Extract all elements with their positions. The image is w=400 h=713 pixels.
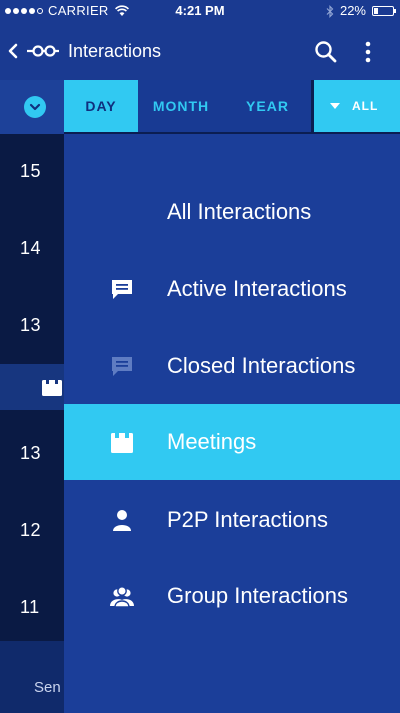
calendar-toggle-icon (24, 96, 46, 118)
menu-item-all-interactions[interactable]: All Interactions (64, 174, 400, 250)
menu-item-label: Active Interactions (167, 276, 347, 301)
menu-item-closed-interactions[interactable]: Closed Interactions (64, 328, 400, 404)
timeline-date: 12 (20, 520, 42, 540)
menu-item-label: Closed Interactions (167, 353, 356, 378)
timeline-date: 14 (20, 238, 42, 258)
person-icon (113, 510, 131, 531)
tab-year[interactable]: YEAR (224, 80, 311, 132)
timeline-meeting-marker[interactable] (0, 364, 64, 410)
app-bar: Interactions (0, 22, 400, 80)
menu-item-group-interactions[interactable]: Group Interactions (64, 558, 400, 634)
connections-logo-icon[interactable] (27, 40, 59, 62)
menu-item-p2p-interactions[interactable]: P2P Interactions (64, 482, 400, 558)
calendar-icon (111, 431, 133, 453)
group-icon (110, 586, 134, 608)
calendar-toggle-button[interactable] (0, 80, 64, 134)
timeline-date: 11 (20, 597, 40, 617)
interaction-filter-menu: All Interactions Active Interactions Clo… (64, 134, 400, 713)
footer-text: Sen (34, 679, 61, 696)
period-tabs: DAY MONTH YEAR (64, 80, 311, 132)
caret-down-icon (330, 103, 340, 109)
filter-dropdown-button[interactable]: ALL (314, 80, 400, 132)
menu-item-label: P2P Interactions (167, 507, 329, 532)
battery-percent: 22% (339, 3, 366, 18)
more-vertical-icon[interactable] (360, 39, 376, 65)
menu-item-label: Meetings (167, 429, 257, 454)
timeline: 15 14 13 13 12 11 Sen (0, 134, 64, 713)
chat-bubble-faded-icon (112, 357, 132, 376)
menu-item-label: Group Interactions (167, 583, 348, 608)
menu-item-meetings[interactable]: Meetings (64, 404, 400, 480)
filter-label: ALL (352, 99, 379, 113)
back-arrow-icon[interactable] (6, 39, 20, 63)
status-bar: CARRIER 4:21 PM 22% (0, 0, 400, 22)
timeline-footer: Sen (0, 641, 64, 713)
timeline-date: 13 (20, 315, 42, 335)
search-icon[interactable] (313, 39, 339, 65)
menu-item-active-interactions[interactable]: Active Interactions (64, 251, 400, 327)
timeline-date: 13 (20, 443, 42, 463)
page-title: Interactions (68, 41, 162, 61)
status-right: 22% (326, 0, 396, 22)
battery-icon (372, 6, 396, 16)
chat-bubble-icon (112, 280, 132, 299)
timeline-date: 15 (20, 161, 42, 181)
calendar-icon (42, 378, 62, 396)
tab-day[interactable]: DAY (64, 80, 138, 132)
menu-item-label: All Interactions (167, 199, 312, 224)
battery-level (374, 8, 378, 14)
tab-month[interactable]: MONTH (138, 80, 224, 132)
bluetooth-icon (326, 4, 334, 18)
